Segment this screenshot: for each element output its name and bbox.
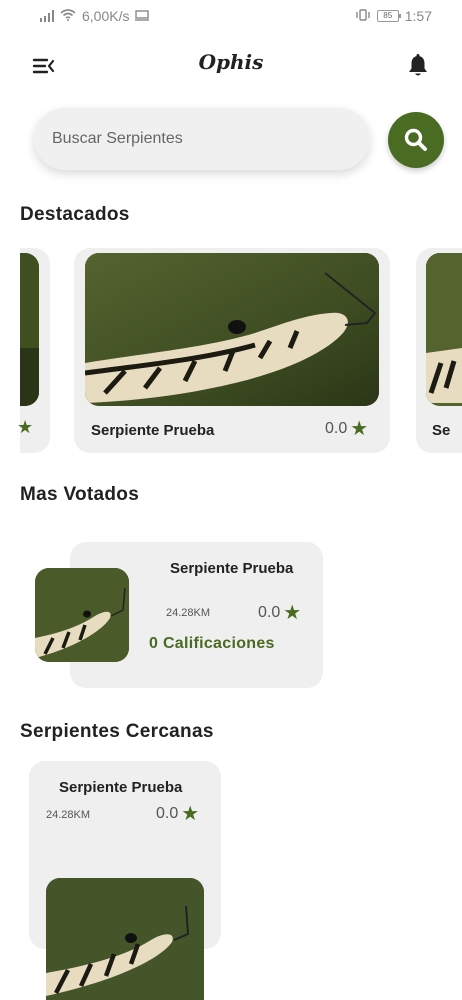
app-title: Ophis (198, 50, 264, 74)
section-title-nearby: Serpientes Cercanas (20, 721, 214, 742)
network-speed: 6,00K/s (82, 8, 130, 24)
search-button[interactable] (388, 112, 444, 168)
status-right: 85 1:57 (355, 8, 432, 24)
star-icon: ★ (283, 602, 302, 624)
wifi-icon (60, 8, 76, 24)
screen-icon (135, 8, 150, 24)
section-title-most-voted: Mas Votados (20, 484, 140, 505)
rating-value: 0.0 (258, 604, 281, 621)
clock: 1:57 (404, 8, 432, 24)
status-bar: 6,00K/s 85 1:57 (0, 0, 462, 32)
star-icon: ★ (181, 803, 200, 825)
most-voted-snake-name: Serpiente Prueba (170, 560, 294, 577)
featured-next-name: Se (432, 422, 451, 439)
bell-icon[interactable] (404, 52, 432, 80)
snake-image (35, 568, 129, 662)
section-title-featured: Destacados (20, 204, 130, 225)
featured-rating: 0.0 ★ (325, 418, 369, 440)
status-left: 6,00K/s (40, 8, 150, 24)
most-voted-rating: 0.0 ★ (258, 602, 302, 624)
snake-image (46, 878, 204, 1000)
most-voted-ratings-count: 0 Calificaciones (149, 635, 275, 652)
search-icon (404, 128, 427, 151)
nearby-rating: 0.0 ★ (156, 803, 200, 825)
featured-next-image (426, 253, 462, 406)
signal-icon (40, 10, 54, 22)
snake-image (85, 253, 379, 406)
search-input[interactable] (34, 108, 370, 170)
nearby-snake-name: Serpiente Prueba (59, 779, 183, 796)
star-icon: ★ (17, 417, 34, 437)
rating-value: 0.0 (325, 420, 348, 437)
battery-icon: 85 (376, 10, 401, 22)
rating-value: 0.0 (156, 805, 179, 822)
featured-prev-image (20, 253, 39, 406)
star-icon: ★ (350, 418, 369, 440)
featured-snake-name: Serpiente Prueba (91, 422, 215, 439)
most-voted-distance: 24.28KM (166, 607, 211, 619)
vibrate-icon (355, 8, 371, 24)
nearby-distance: 24.28KM (46, 809, 91, 821)
